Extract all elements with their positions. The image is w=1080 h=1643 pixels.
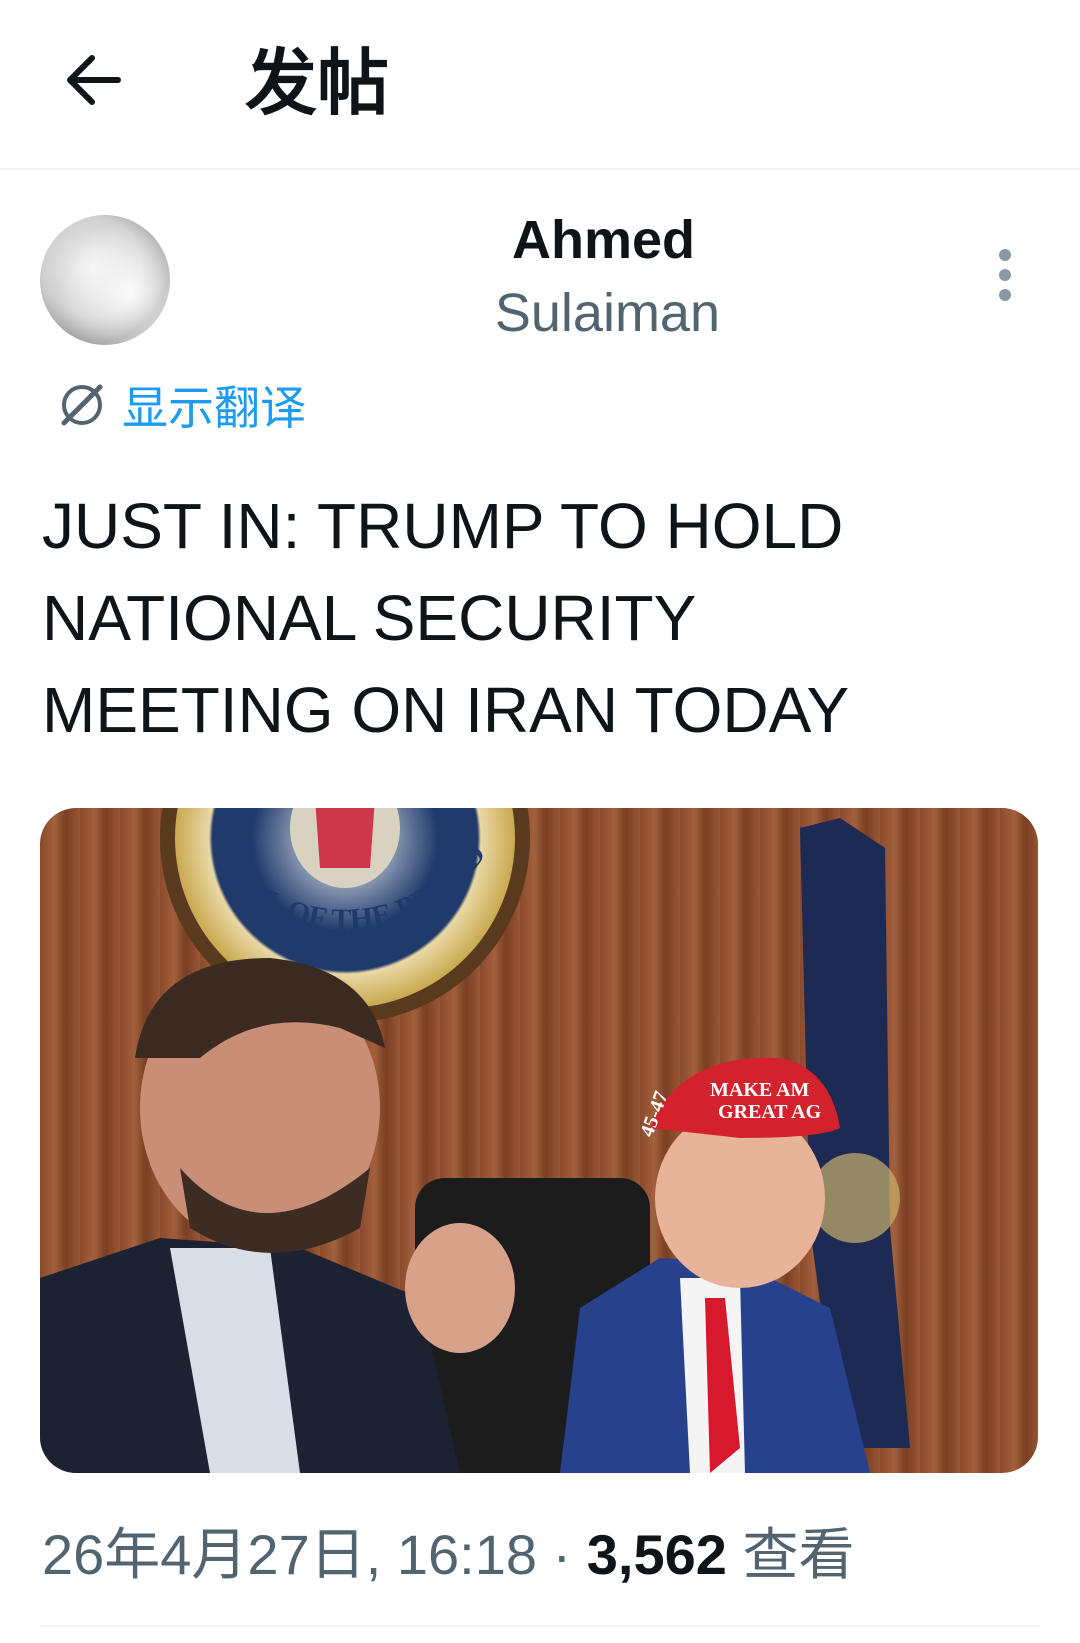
show-translation-label: 显示翻译 [122,381,306,435]
back-arrow-icon[interactable] [60,45,130,115]
page-title: 发帖 [245,41,390,125]
hat-text-line2: GREAT AG [718,1101,822,1123]
tweet-meta: 26年4月27日, 16:18 · 3,562 查看 [42,1520,854,1591]
avatar[interactable] [40,215,170,345]
more-options-icon[interactable] [995,245,1015,315]
timestamp[interactable]: 26年4月27日, 16:18 [42,1523,537,1586]
tweet-text: JUST IN: TRUMP TO HOLD NATIONAL SECURITY… [42,490,850,746]
globe-icon [61,384,103,426]
redaction-blur [170,205,490,345]
photo-illustration: SEAL OF THE PRESIDENT OF THE UNITED STAT… [40,808,910,1473]
view-count-label: 查看 [742,1523,855,1588]
hat-text-line1: MAKE AM [710,1079,810,1101]
show-translation-link[interactable]: 显示翻译 [56,375,306,435]
view-count: 3,562 [586,1523,727,1586]
meta-separator: · [552,1523,572,1586]
top-bar: 发帖 [0,0,1080,170]
divider [40,1625,1040,1627]
tweet-photo[interactable]: SEAL OF THE PRESIDENT OF THE UNITED STAT… [40,808,1038,1473]
